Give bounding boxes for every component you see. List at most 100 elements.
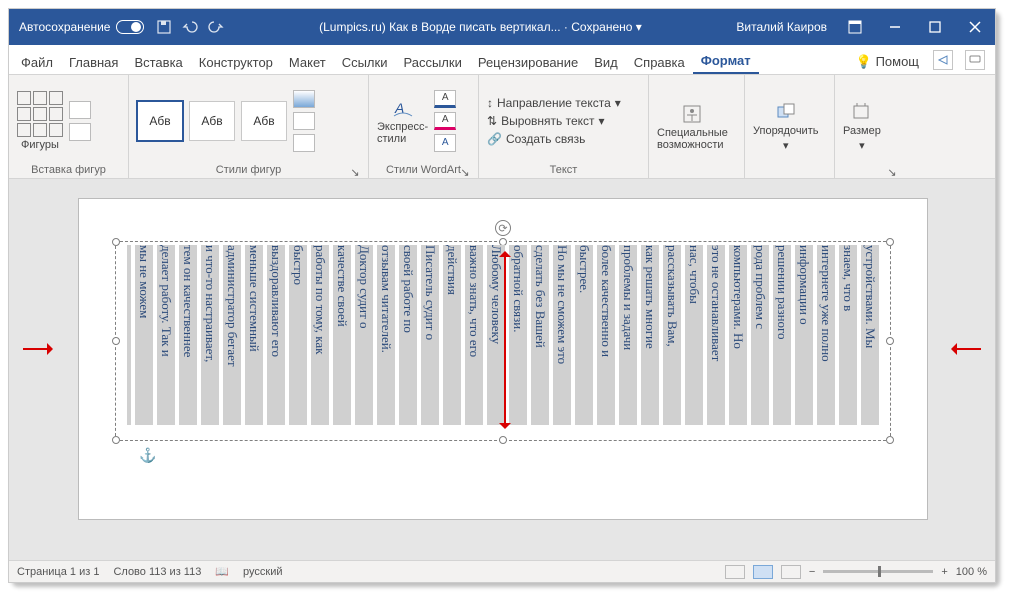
autosave-toggle[interactable]: Автосохранение [19,20,144,34]
edit-shape-icon[interactable] [69,101,91,119]
group-shape-styles: Абв Абв Абв Стили фигур↘ [129,75,369,178]
text-column: быстро [289,245,307,425]
resize-handle[interactable] [112,337,120,345]
size-button[interactable]: Размер ▾ [843,101,881,152]
tab-home[interactable]: Главная [61,51,126,74]
zoom-out-icon[interactable]: − [809,566,815,578]
ribbon-tabs: Файл Главная Вставка Конструктор Макет С… [9,45,995,75]
anchor-icon: ⚓ [139,447,156,464]
align-text-button[interactable]: ⇅ Выровнять текст ▾ [487,114,621,128]
maximize-icon[interactable] [915,9,955,45]
close-icon[interactable] [955,9,995,45]
group-arrange: Упорядочить ▾ [745,75,835,178]
text-column: действия [443,245,461,425]
tab-search[interactable]: 💡 Помощ [848,50,927,74]
redo-icon[interactable] [208,19,224,35]
text-column: более качественно и [597,245,615,425]
text-column: администратор бегает [223,245,241,425]
text-column: мы не можем [135,245,153,425]
zoom-level[interactable]: 100 % [956,566,987,578]
doc-title: (Lumpics.ru) Как в Ворде писать вертикал… [224,20,736,34]
text-fill-icon[interactable]: A [434,90,456,108]
tab-layout[interactable]: Макет [281,51,334,74]
text-column: качестве своей [333,245,351,425]
tab-format[interactable]: Формат [693,49,759,74]
shape-fill-icon[interactable] [293,90,315,108]
text-column: работы по тому, как [311,245,329,425]
arrange-button[interactable]: Упорядочить ▾ [753,101,818,152]
tab-mail[interactable]: Рассылки [395,51,469,74]
group-accessibility: Специальные возможности [649,75,745,178]
web-layout-icon[interactable] [781,565,801,579]
text-column: это не останавливает [707,245,725,425]
text-column: компьютерами. Но [729,245,747,425]
text-column: нас, чтобы [685,245,703,425]
text-column: важно знать, что его [465,245,483,425]
user-name[interactable]: Виталий Каиров [736,20,827,34]
resize-handle[interactable] [886,238,894,246]
text-box-icon[interactable] [69,123,91,141]
resize-handle[interactable] [112,238,120,246]
text-column: решении разного [773,245,791,425]
create-link-button[interactable]: 🔗 Создать связь [487,132,621,146]
ribbon-options-icon[interactable] [835,9,875,45]
quick-access-toolbar [156,19,224,35]
text-column: тем он качественнее [179,245,197,425]
tab-help[interactable]: Справка [626,51,693,74]
document-area[interactable]: ⟳ устройствами. Мызнаем, что винтернете … [9,179,995,560]
tab-refs[interactable]: Ссылки [334,51,396,74]
share-button[interactable] [933,50,953,70]
app-window: Автосохранение (Lumpics.ru) Как в Ворде … [8,8,996,583]
text-column: делает работу. Так и [157,245,175,425]
rotate-handle-icon[interactable]: ⟳ [495,220,511,236]
zoom-slider[interactable] [823,570,933,573]
status-words[interactable]: Слово 113 из 113 [113,566,201,578]
group-insert-shapes: Фигуры Вставка фигур [9,75,129,178]
text-column: устройствами. Мы [861,245,879,425]
text-column: улучшаться, если не [127,245,131,425]
zoom-in-icon[interactable]: + [941,566,947,578]
resize-handle[interactable] [886,436,894,444]
dialog-launcher-icon[interactable]: ↘ [460,166,470,176]
text-column: сделать без Вашей [531,245,549,425]
text-column: рассказывать Вам, [663,245,681,425]
tab-review[interactable]: Рецензирование [470,51,586,74]
shape-style-gallery[interactable]: Абв Абв Абв [137,101,287,141]
page: ⟳ устройствами. Мызнаем, что винтернете … [79,199,927,519]
resize-handle[interactable] [112,436,120,444]
undo-icon[interactable] [182,19,198,35]
dialog-launcher-icon[interactable]: ↘ [350,166,360,176]
save-icon[interactable] [156,19,172,35]
text-column: и что-то настраивает, [201,245,219,425]
text-column: выздоравливают его [267,245,285,425]
annotation-arrow-left [23,343,59,355]
tab-file[interactable]: Файл [13,51,61,74]
resize-handle[interactable] [886,337,894,345]
text-column: проблемы и задачи [619,245,637,425]
shape-outline-icon[interactable] [293,112,315,130]
text-column: информации о [795,245,813,425]
status-lang[interactable]: русский [243,566,282,578]
resize-handle[interactable] [499,436,507,444]
minimize-icon[interactable] [875,9,915,45]
status-page[interactable]: Страница 1 из 1 [17,566,99,578]
tab-design[interactable]: Конструктор [191,51,281,74]
status-bar: Страница 1 из 1 Слово 113 из 113 📖 русск… [9,560,995,582]
accessibility-button[interactable]: Специальные возможности [657,103,728,151]
shapes-button[interactable]: Фигуры [17,91,63,151]
proofing-icon[interactable]: 📖 [215,565,229,578]
comments-button[interactable] [965,50,985,70]
dialog-launcher-icon[interactable]: ↘ [887,166,897,176]
annotation-arrow-vertical [499,245,511,435]
text-effects-icon[interactable]: A [434,134,456,152]
tab-insert[interactable]: Вставка [126,51,190,74]
ribbon: Фигуры Вставка фигур Абв Абв Абв [9,75,995,179]
tab-view[interactable]: Вид [586,51,626,74]
shape-effects-icon[interactable] [293,134,315,152]
print-layout-icon[interactable] [753,565,773,579]
text-outline-icon[interactable]: A [434,112,456,130]
text-column: как решать многие [641,245,659,425]
wordart-styles-button[interactable]: A Экспресс- стили [377,97,428,145]
read-mode-icon[interactable] [725,565,745,579]
text-direction-button[interactable]: ↕ Направление текста ▾ [487,96,621,110]
